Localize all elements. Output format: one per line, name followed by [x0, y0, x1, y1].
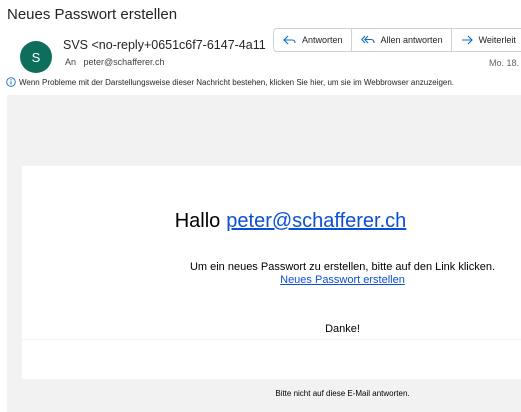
thanks-text: Danke! — [325, 323, 360, 335]
reset-link-container: Neues Passwort erstellen — [82, 274, 521, 286]
greeting-text: Hallo — [174, 210, 221, 232]
message-actions: Antworten Allen antworten Weiterleit — [273, 28, 521, 52]
forward-label: Weiterleit — [478, 35, 516, 45]
recipient-line: An peter@schafferer.ch — [65, 57, 165, 67]
email-subject: Neues Passwort erstellen — [7, 6, 178, 23]
info-bar-text: Wenn Probleme mit der Darstellungsweise … — [19, 77, 455, 87]
reply-button[interactable]: Antworten — [274, 29, 352, 51]
reply-arrow-icon — [283, 35, 296, 45]
received-date: Mo. 18. — [488, 58, 519, 68]
info-circle-icon — [6, 77, 16, 87]
info-bar[interactable]: Wenn Probleme mit der Darstellungsweise … — [6, 77, 454, 87]
reply-all-arrow-icon — [360, 35, 375, 45]
reset-password-link[interactable]: Neues Passwort erstellen — [280, 274, 405, 286]
to-label: An — [65, 57, 77, 67]
greeting-email-link[interactable]: peter@schafferer.ch — [226, 210, 406, 232]
greeting: Hallo peter@schafferer.ch — [0, 210, 521, 233]
forward-button[interactable]: Weiterleit — [452, 29, 521, 51]
reply-all-button[interactable]: Allen antworten — [352, 29, 452, 51]
reply-label: Antworten — [302, 35, 343, 45]
content-divider — [22, 339, 521, 340]
sender-avatar: S — [20, 41, 52, 73]
sender-name[interactable]: SVS <no-reply+0651c6f7-6147-4a11-9 — [63, 38, 266, 52]
recipient-address[interactable]: peter@schafferer.ch — [84, 57, 165, 67]
instruction-text: Um ein neues Passwort zu erstellen, bitt… — [189, 261, 496, 273]
forward-arrow-icon — [461, 35, 473, 45]
footer-text: Bitte nicht auf diese E-Mail antworten. — [275, 389, 410, 398]
reply-all-label: Allen antworten — [380, 35, 443, 45]
avatar-initial: S — [31, 49, 41, 65]
